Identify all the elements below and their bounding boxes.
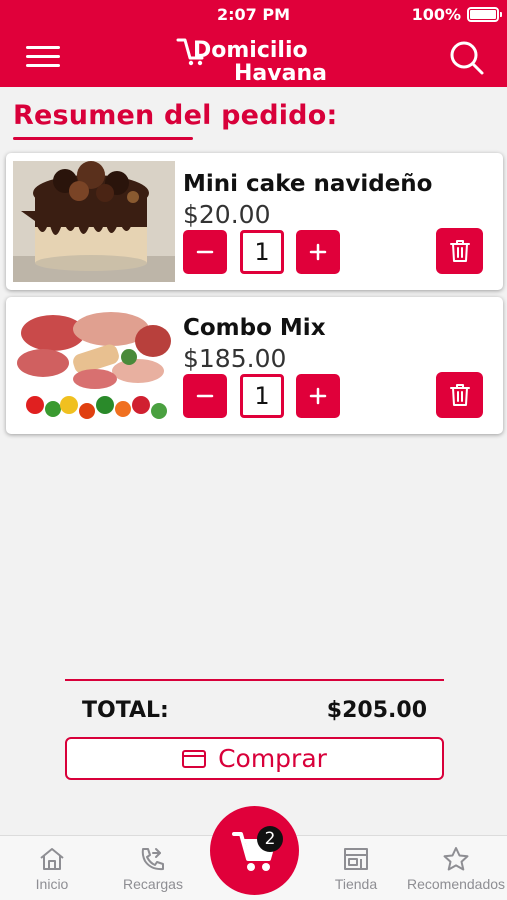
plus-icon <box>309 387 327 405</box>
page-title: Resumen del pedido: <box>13 100 338 131</box>
phone-icon <box>141 848 164 871</box>
battery-icon <box>467 7 502 22</box>
product-image-mini-cake <box>13 161 175 282</box>
buy-button[interactable]: Comprar <box>65 737 444 780</box>
product-image-combo-mix <box>13 305 175 426</box>
title-underline <box>13 137 193 140</box>
total-divider <box>65 679 444 681</box>
nav-item-recomendados[interactable]: Recomendados <box>405 836 507 900</box>
search-icon <box>450 41 484 75</box>
cart-button[interactable] <box>210 806 299 895</box>
star-icon <box>443 847 469 871</box>
minus-icon <box>196 394 214 398</box>
increase-quantity-button[interactable] <box>296 374 340 418</box>
decrease-quantity-button[interactable] <box>183 230 227 274</box>
nav-label: Tienda <box>334 876 378 892</box>
nav-item-recargas[interactable]: Recargas <box>118 836 188 900</box>
app-header: Domicilio Havana <box>0 30 507 87</box>
product-price: $185.00 <box>183 344 287 373</box>
search-button[interactable] <box>448 39 486 77</box>
cart-item: Combo Mix $185.00 1 <box>6 297 503 434</box>
home-icon <box>40 848 64 870</box>
nav-label: Recargas <box>123 876 183 892</box>
logo-text-line2: Havana <box>234 61 327 84</box>
quantity-field[interactable]: 1 <box>240 374 284 418</box>
trash-icon <box>449 384 470 406</box>
menu-button[interactable] <box>26 44 60 70</box>
nav-item-tienda[interactable]: Tienda <box>326 836 386 900</box>
status-bar: 2:07 PM 100% <box>0 0 507 30</box>
plus-icon <box>309 243 327 261</box>
increase-quantity-button[interactable] <box>296 230 340 274</box>
delete-item-button[interactable] <box>436 372 483 418</box>
credit-card-icon <box>182 749 207 768</box>
app-logo: Domicilio Havana <box>176 38 327 84</box>
cart-count-badge: 2 <box>257 826 283 852</box>
decrease-quantity-button[interactable] <box>183 374 227 418</box>
menu-icon-line <box>26 46 60 49</box>
store-icon <box>344 848 368 870</box>
quantity-field[interactable]: 1 <box>240 230 284 274</box>
nav-label: Inicio <box>35 876 69 892</box>
nav-item-inicio[interactable]: Inicio <box>24 836 80 900</box>
battery-percent: 100% <box>411 5 461 24</box>
product-price: $20.00 <box>183 200 271 229</box>
minus-icon <box>196 250 214 254</box>
total-label: TOTAL: <box>82 698 169 723</box>
logo-text-line1: Domicilio <box>193 38 308 63</box>
delete-item-button[interactable] <box>436 228 483 274</box>
product-name: Combo Mix <box>183 315 326 341</box>
product-name: Mini cake navideño <box>183 171 433 197</box>
cart-item: Mini cake navideño $20.00 1 <box>6 153 503 290</box>
total-value: $205.00 <box>326 698 427 723</box>
buy-button-label: Comprar <box>218 744 327 773</box>
menu-icon-line <box>26 64 60 67</box>
trash-icon <box>449 240 470 262</box>
menu-icon-line <box>26 55 60 58</box>
nav-label: Recomendados <box>406 876 506 892</box>
